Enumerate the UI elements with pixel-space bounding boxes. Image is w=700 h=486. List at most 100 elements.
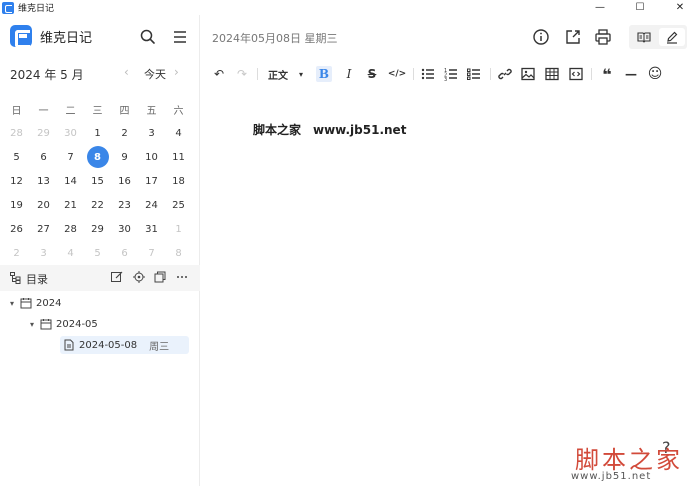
ordered-list-icon[interactable]: 123 (444, 66, 458, 82)
tree-year-label: 2024 (36, 297, 62, 309)
calendar-day[interactable]: 17 (138, 169, 165, 193)
blockquote-button[interactable]: ❝ (599, 65, 615, 84)
calendar-day[interactable]: 22 (84, 193, 111, 217)
italic-button[interactable]: I (341, 66, 357, 82)
calendar-day[interactable]: 12 (3, 169, 30, 193)
calendar-prev-button[interactable]: ‹ (124, 65, 129, 79)
calendar-day[interactable]: 1 (165, 217, 192, 241)
calendar-day[interactable]: 29 (84, 217, 111, 241)
calendar-day[interactable]: 5 (3, 145, 30, 169)
title-bar: 维克日记 — ☐ ✕ (0, 0, 700, 15)
bold-button[interactable]: B (316, 66, 332, 82)
tree-entry-date: 2024-05-08 (79, 339, 138, 351)
task-list-icon[interactable] (467, 66, 481, 82)
tree-node-entry[interactable]: 2024-05-08 周三 (60, 336, 189, 354)
pencil-icon (667, 31, 678, 44)
calendar-day[interactable]: 14 (57, 169, 84, 193)
calendar-day[interactable]: 6 (111, 241, 138, 265)
calendar-day[interactable]: 11 (165, 145, 192, 169)
maximize-button[interactable]: ☐ (620, 0, 660, 15)
book-icon (637, 32, 651, 43)
app-logo-icon (10, 25, 32, 48)
calendar-day[interactable]: 1 (84, 121, 111, 145)
read-mode-button[interactable] (631, 28, 657, 46)
sidebar: 维克日记 2024 年 5 月 ‹ 今天 › 日一二三四五六 28 29 30 1 2 3 4… (0, 15, 200, 486)
calendar-day[interactable]: 13 (30, 169, 57, 193)
calendar-day[interactable]: 27 (30, 217, 57, 241)
calendar-day[interactable]: 4 (165, 121, 192, 145)
calendar-day[interactable]: 10 (138, 145, 165, 169)
close-button[interactable]: ✕ (660, 0, 700, 15)
calendar-grid: 日一二三四五六 28 29 30 1 2 3 4 5 6 7 8 9 10 11 12 13 14 15 16 17 18… (3, 97, 193, 265)
calendar-day[interactable]: 2 (3, 241, 30, 265)
chevron-down-icon[interactable]: ▾ (30, 320, 40, 329)
calendar-day[interactable]: 29 (30, 121, 57, 145)
calendar-day[interactable]: 7 (138, 241, 165, 265)
info-icon[interactable] (532, 28, 550, 46)
calendar-day[interactable]: 4 (57, 241, 84, 265)
calendar-day[interactable]: 31 (138, 217, 165, 241)
new-entry-icon[interactable] (110, 270, 124, 284)
calendar-day[interactable]: 6 (30, 145, 57, 169)
chevron-down-icon[interactable]: ▾ (10, 299, 20, 308)
minimize-button[interactable]: — (580, 0, 620, 15)
paragraph-style-select[interactable]: 正文 (265, 66, 291, 82)
table-icon[interactable] (545, 66, 559, 82)
calendar-day[interactable]: 20 (30, 193, 57, 217)
editor-toolbar: ↶ ↷ 正文 ▾ B I S </> 123 ❝ — ☺ (201, 62, 700, 86)
svg-text:3: 3 (444, 77, 447, 82)
calendar-day[interactable]: 30 (111, 217, 138, 241)
tree-node-month[interactable]: ▾ 2024-05 (30, 315, 98, 333)
edit-mode-button[interactable] (659, 28, 685, 46)
calendar-day[interactable]: 3 (30, 241, 57, 265)
undo-button[interactable]: ↶ (211, 66, 227, 82)
weekday-header: 六 (173, 105, 184, 117)
calendar-day[interactable]: 2 (111, 121, 138, 145)
watermark-url: www.jb51.net (571, 471, 652, 482)
calendar-day[interactable]: 18 (165, 169, 192, 193)
calendar-day[interactable]: 5 (84, 241, 111, 265)
calendar-day[interactable]: 9 (111, 145, 138, 169)
calendar-day[interactable]: 28 (57, 217, 84, 241)
emoji-button[interactable]: ☺ (647, 66, 663, 82)
search-icon[interactable] (138, 27, 158, 47)
calendar-day[interactable]: 30 (57, 121, 84, 145)
weekday-header: 五 (146, 105, 157, 117)
calendar-day[interactable]: 25 (165, 193, 192, 217)
export-icon[interactable] (564, 28, 582, 46)
calendar-day[interactable]: 26 (3, 217, 30, 241)
app-name: 维克日记 (40, 30, 93, 46)
image-icon[interactable] (521, 66, 535, 82)
strikethrough-button[interactable]: S (364, 66, 380, 82)
inline-code-button[interactable]: </> (386, 66, 408, 82)
tree-entry-weekday: 周三 (149, 341, 170, 353)
calendar-day[interactable]: 28 (3, 121, 30, 145)
brand: 维克日记 (10, 25, 93, 48)
redo-button[interactable]: ↷ (234, 66, 250, 82)
calendar-day[interactable]: 3 (138, 121, 165, 145)
calendar-next-button[interactable]: › (174, 65, 179, 79)
tree-node-year[interactable]: ▾ 2024 (10, 294, 61, 312)
code-block-icon[interactable] (569, 66, 583, 82)
collapse-all-icon[interactable] (153, 270, 167, 284)
calendar-day[interactable]: 21 (57, 193, 84, 217)
horizontal-rule-button[interactable]: — (623, 66, 639, 82)
calendar-day[interactable]: 24 (138, 193, 165, 217)
calendar-day[interactable]: 8 (165, 241, 192, 265)
calendar-today-button[interactable]: 今天 (144, 66, 166, 82)
menu-icon[interactable] (170, 27, 190, 47)
print-icon[interactable] (594, 28, 612, 46)
calendar-day[interactable]: 23 (111, 193, 138, 217)
calendar-day[interactable]: 19 (3, 193, 30, 217)
locate-icon[interactable] (132, 270, 146, 284)
editor-content[interactable]: 脚本之家 www.jb51.net (253, 121, 406, 138)
calendar-day[interactable]: 15 (84, 169, 111, 193)
bullet-list-icon[interactable] (421, 66, 435, 82)
calendar-day[interactable]: 16 (111, 169, 138, 193)
link-icon[interactable] (498, 66, 512, 82)
more-icon[interactable] (175, 270, 189, 284)
weekday-header: 三 (92, 105, 103, 117)
calendar-day[interactable]: 7 (57, 145, 84, 169)
calendar-day-selected[interactable]: 8 (84, 145, 111, 169)
chevron-down-icon[interactable]: ▾ (296, 66, 306, 82)
